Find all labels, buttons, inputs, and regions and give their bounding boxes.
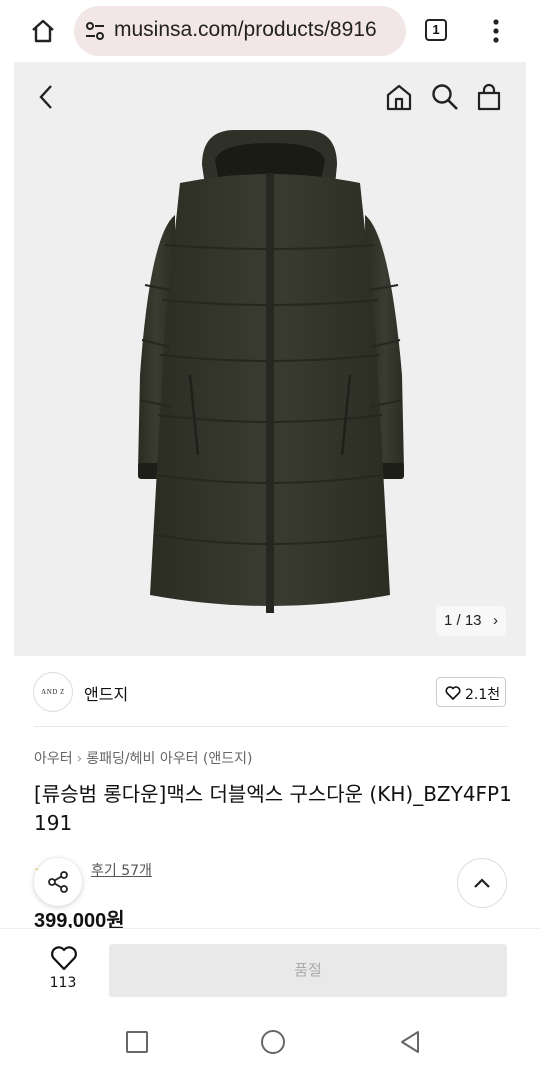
store-home-icon[interactable] <box>384 82 414 112</box>
image-pager[interactable]: 1 / 13 › <box>436 606 506 636</box>
soldout-button[interactable]: 품절 <box>109 944 507 997</box>
breadcrumb: 아우터 › 롱패딩/헤비 아우터 (앤드지) <box>34 748 252 768</box>
chevron-right-icon: › <box>493 612 498 629</box>
url-text: musinsa.com/products/8916 <box>114 18 377 41</box>
recent-apps-icon[interactable] <box>126 1031 148 1053</box>
home-icon[interactable] <box>28 16 58 46</box>
system-back-icon[interactable] <box>398 1029 422 1055</box>
pager-text: 1 / 13 <box>444 612 482 629</box>
tab-switcher-button[interactable]: 1 <box>425 19 447 41</box>
product-photo[interactable] <box>120 125 420 620</box>
system-home-icon[interactable] <box>261 1030 285 1054</box>
browser-toolbar: musinsa.com/products/8916 1 <box>0 0 540 62</box>
brand-logo[interactable]: AND Z <box>33 672 73 712</box>
like-count: 113 <box>49 975 77 991</box>
heart-icon <box>445 686 461 700</box>
brand-name[interactable]: 앤드지 <box>84 681 128 705</box>
brand-like-count: 2.1천 <box>465 687 501 703</box>
share-button[interactable] <box>34 858 82 906</box>
chevron-right-icon: › <box>76 751 83 767</box>
back-arrow-icon[interactable] <box>32 82 62 112</box>
scroll-top-button[interactable] <box>457 858 507 908</box>
shopping-bag-icon[interactable] <box>474 82 504 112</box>
divider <box>34 726 508 727</box>
heart-icon[interactable] <box>50 945 78 971</box>
search-icon[interactable] <box>430 82 460 112</box>
review-link[interactable]: 후기 57개 <box>91 863 152 879</box>
product-title: [류승범 롱다운]맥스 더블엑스 구스다운 (KH)_BZY4FP1191 <box>34 782 512 835</box>
site-settings-icon[interactable] <box>84 20 106 42</box>
brand-like-button[interactable]: 2.1천 <box>436 677 506 707</box>
share-icon <box>48 871 68 893</box>
breadcrumb-category[interactable]: 아우터 <box>34 751 73 767</box>
breadcrumb-subcategory[interactable]: 롱패딩/헤비 아우터 (앤드지) <box>86 751 252 767</box>
address-bar[interactable]: musinsa.com/products/8916 <box>74 6 406 56</box>
chevron-up-icon <box>474 878 490 888</box>
more-options-icon[interactable] <box>488 16 504 46</box>
